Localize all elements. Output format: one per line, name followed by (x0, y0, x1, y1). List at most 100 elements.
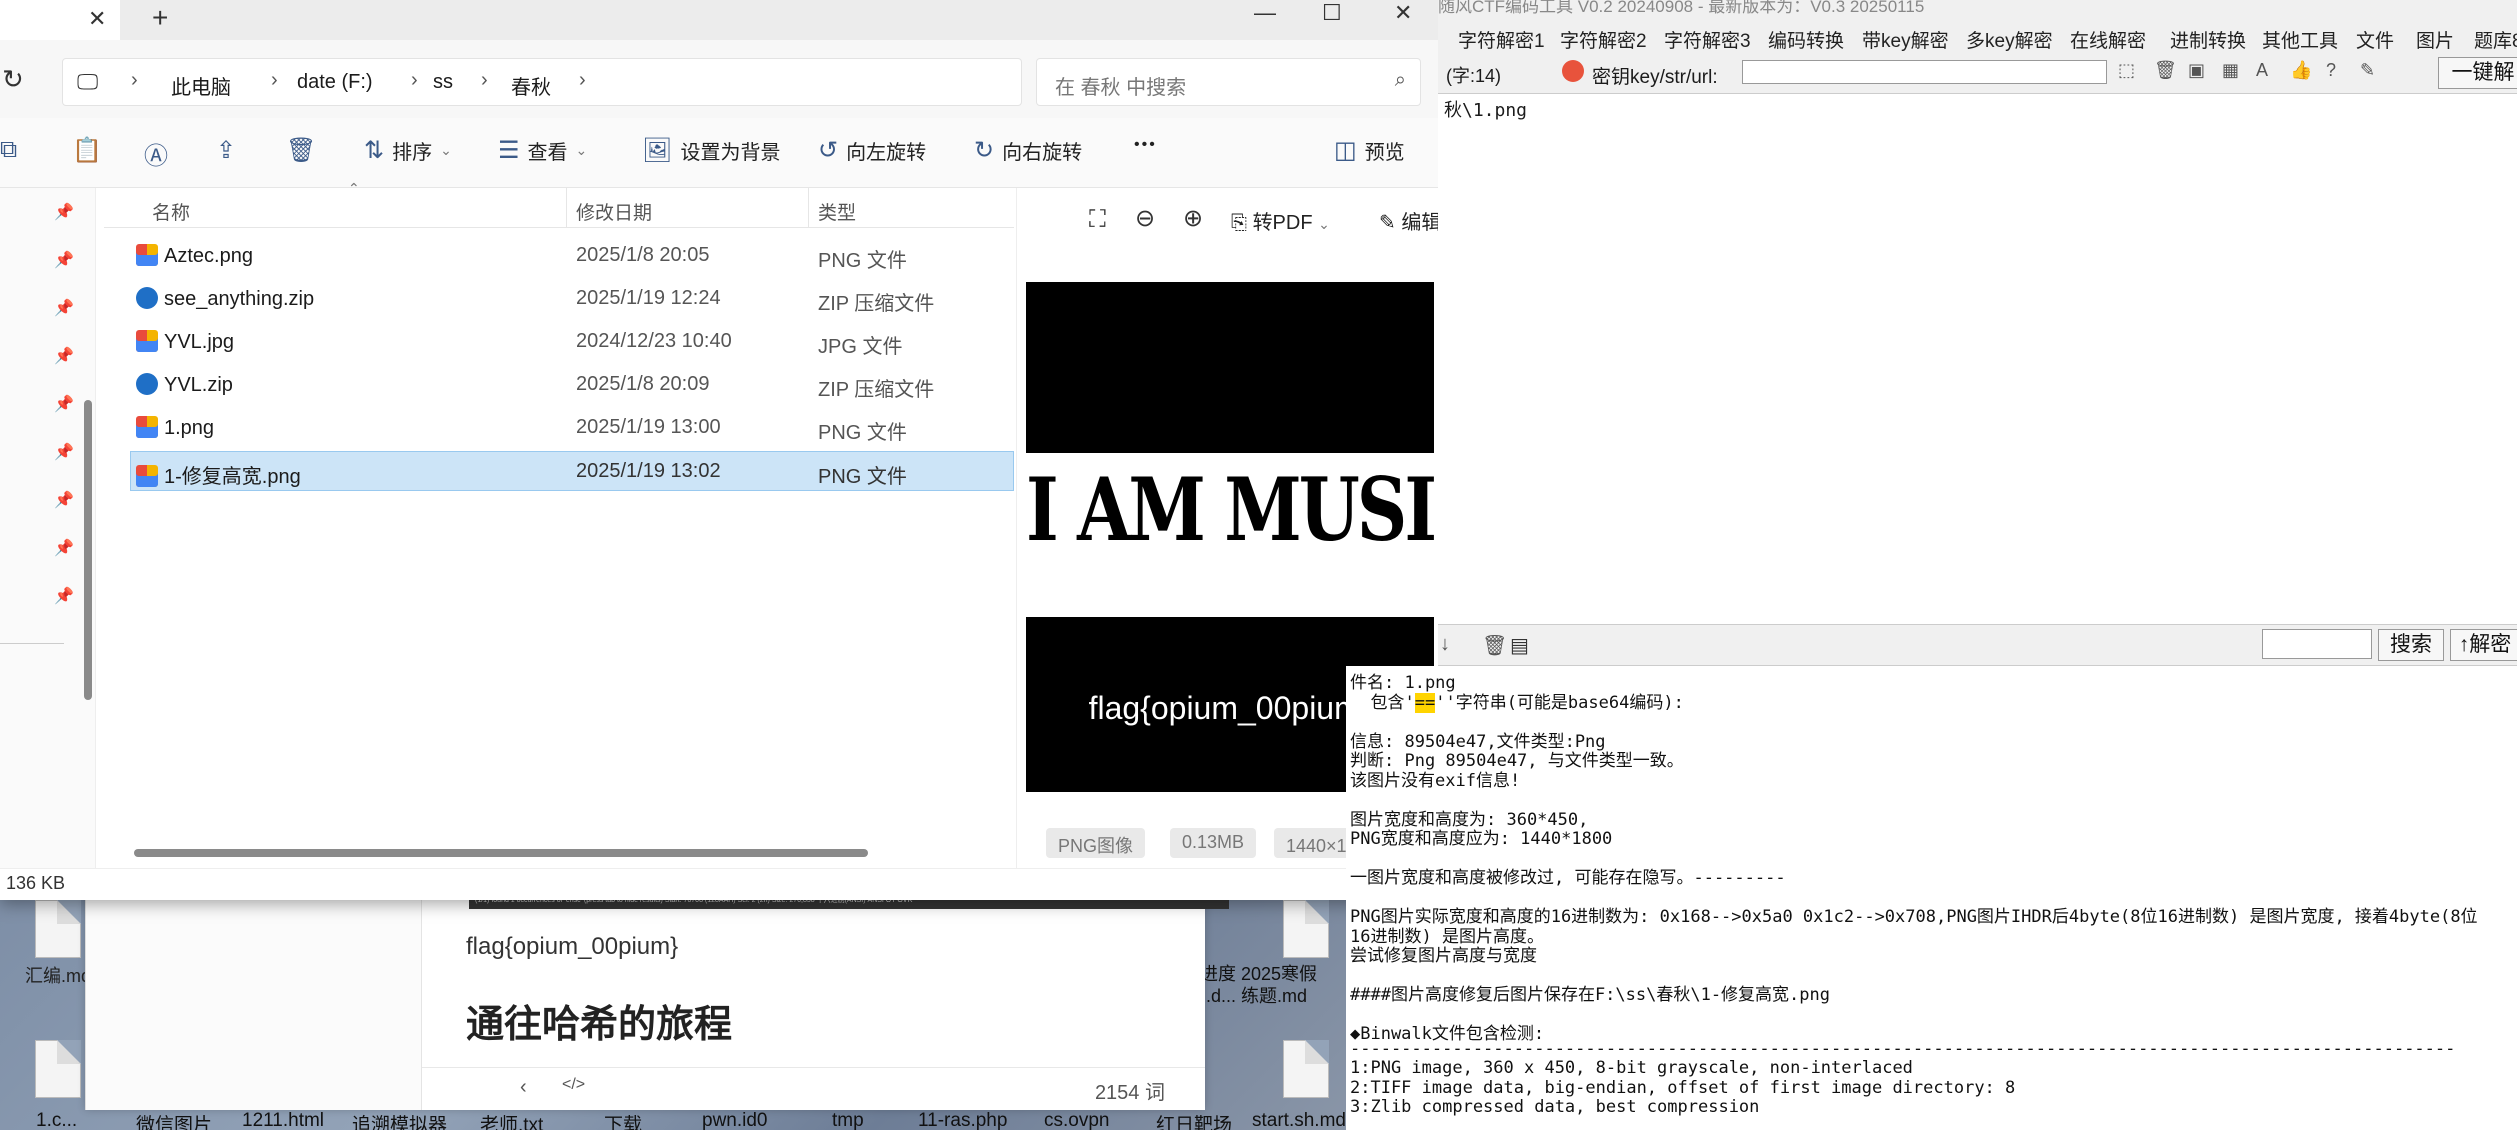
file-row[interactable]: YVL.jpg 2024/12/23 10:40 JPG 文件 (130, 322, 1014, 362)
thumbs-up-icon[interactable]: 👍 (2290, 60, 2312, 81)
desktop-file-label[interactable]: 1.c... (36, 1110, 77, 1130)
menu-item[interactable]: 题库8 (2474, 26, 2517, 53)
chevron-right-icon[interactable]: › (411, 69, 418, 92)
delete-icon[interactable]: 🗑 (286, 136, 316, 165)
search-button[interactable]: 搜索 (2378, 629, 2444, 661)
close-window-icon[interactable]: ✕ (1394, 0, 1412, 26)
nav-scrollbar[interactable] (84, 400, 92, 700)
close-tab-icon[interactable]: ✕ (88, 6, 106, 32)
one-click-decode-button[interactable]: 一键解 (2438, 57, 2517, 89)
fit-screen-icon[interactable]: ⛶ (1089, 206, 1106, 234)
menu-item[interactable]: 图片 (2416, 26, 2454, 53)
desktop-file-label[interactable]: pwn.id0 (702, 1110, 768, 1130)
chevron-right-icon[interactable]: › (271, 69, 278, 92)
more-options-icon[interactable]: ••• (1134, 136, 1157, 154)
menu-item[interactable]: 带key解密 (1862, 26, 1949, 53)
desktop-file-label[interactable]: 老师.txt (480, 1110, 543, 1130)
pin-icon[interactable]: 📌 (54, 298, 74, 318)
chevron-left-icon[interactable]: ‹ (520, 1076, 527, 1099)
desktop-file-icon[interactable] (22, 1040, 94, 1102)
trash-icon[interactable]: 🗑 (2154, 60, 2177, 81)
pin-icon[interactable]: 📌 (54, 490, 74, 510)
desktop-file-label[interactable]: tmp (832, 1110, 864, 1130)
terminal-icon[interactable]: ▣ (2188, 60, 2205, 81)
desktop-file-label[interactable]: start.sh.md (1252, 1110, 1346, 1130)
refresh-icon[interactable]: ↻ (2, 64, 24, 95)
search-input[interactable]: 在 春秋 中搜索 (1055, 71, 1186, 100)
minimize-icon[interactable]: — (1254, 0, 1276, 26)
search-box[interactable]: 在 春秋 中搜索 ⌕ (1036, 58, 1421, 106)
find-input[interactable] (2262, 629, 2372, 659)
breadcrumb-item[interactable]: date (F:) (297, 71, 373, 94)
to-pdf-button[interactable]: ⎘ 转PDF ⌄ (1231, 206, 1330, 235)
rename-icon[interactable]: Ⓐ (144, 136, 168, 171)
pin-icon[interactable]: 📌 (54, 250, 74, 270)
horizontal-scrollbar[interactable] (134, 849, 868, 857)
preview-pane-button[interactable]: ◫ 预览 (1334, 136, 1405, 165)
desktop-file-label[interactable]: 11-ras.php (918, 1110, 1007, 1130)
view-button[interactable]: ☰ 查看 ⌄ (498, 136, 587, 165)
rotate-left-button[interactable]: ↺ 向左旋转 (818, 136, 926, 165)
pin-icon[interactable]: 📌 (54, 202, 74, 222)
menu-item[interactable]: 进制转换 (2170, 26, 2246, 53)
menu-item[interactable]: 字符解密1 (1458, 26, 1545, 53)
menu-item[interactable]: 字符解密2 (1560, 26, 1647, 53)
desktop-file-icon[interactable] (1270, 1040, 1342, 1102)
desktop-file-label[interactable]: 追溯模拟器 (352, 1110, 447, 1130)
file-row[interactable]: 1.png 2025/1/19 13:00 PNG 文件 (130, 408, 1014, 448)
menu-item[interactable]: 在线解密 (2070, 26, 2146, 53)
set-background-button[interactable]: 🖼 设置为背景 (642, 136, 780, 165)
menu-item[interactable]: 多key解密 (1966, 26, 2053, 53)
desktop-file-icon[interactable]: 汇编.md (22, 900, 94, 988)
breadcrumb-item[interactable]: 春秋 (511, 71, 551, 100)
key-input[interactable] (1742, 60, 2107, 84)
trash-icon[interactable]: 🗑 (1482, 633, 1507, 658)
column-header-date[interactable]: 修改日期 (576, 198, 652, 225)
column-divider[interactable] (566, 188, 567, 228)
edit-icon[interactable]: ✎ (2360, 60, 2375, 81)
breadcrumb-item[interactable]: 此电脑 (171, 71, 231, 100)
file-row-selected[interactable]: 1-修复高宽.png 2025/1/19 13:02 PNG 文件 (130, 451, 1014, 491)
menu-item[interactable]: 其他工具 (2262, 26, 2338, 53)
maximize-icon[interactable]: ☐ (1322, 0, 1342, 26)
desktop-file-label[interactable]: 红日靶场 (1156, 1110, 1232, 1130)
code-view-icon[interactable]: </> (562, 1076, 585, 1094)
address-bar[interactable]: 🖵 › 此电脑 › date (F:) › ss › 春秋 › (62, 58, 1022, 106)
edit-button[interactable]: ✎ 编辑 (1379, 206, 1441, 235)
desktop-file-icon[interactable] (1270, 900, 1342, 962)
editor-heading[interactable]: 通往哈希的旅程 (466, 993, 732, 1048)
file-row[interactable]: Aztec.png 2025/1/8 20:05 PNG 文件 (130, 236, 1014, 276)
copy-icon[interactable]: ⧉ (0, 136, 17, 164)
rotate-right-button[interactable]: ↻ 向右旋转 (974, 136, 1082, 165)
menu-item[interactable]: 字符解密3 (1664, 26, 1751, 53)
file-row[interactable]: YVL.zip 2025/1/8 20:09 ZIP 压缩文件 (130, 365, 1014, 405)
tool-input-area[interactable]: 秋\1.png (1438, 94, 2517, 624)
search-icon[interactable]: ⌕ (1395, 69, 1406, 92)
column-divider[interactable] (808, 188, 809, 228)
chevron-right-icon[interactable]: › (131, 69, 138, 92)
column-header-type[interactable]: 类型 (818, 198, 856, 225)
cursor-select-icon[interactable]: ⬚ (2118, 60, 2135, 81)
paste-icon[interactable]: 📋 (72, 136, 102, 165)
zoom-out-icon[interactable]: ⊖ (1135, 204, 1155, 233)
pin-icon[interactable]: 📌 (54, 394, 74, 414)
desktop-file-label[interactable]: 下载 (604, 1110, 642, 1130)
decrypt-button[interactable]: ↑解密 (2450, 629, 2517, 661)
share-icon[interactable]: ⇪ (216, 136, 236, 165)
chevron-right-icon[interactable]: › (481, 69, 488, 92)
pin-icon[interactable]: 📌 (54, 538, 74, 558)
calculator-icon[interactable]: ▦ (2222, 60, 2239, 81)
breadcrumb-item[interactable]: ss (433, 71, 453, 94)
help-icon[interactable]: ? (2326, 60, 2336, 81)
desktop-file-label[interactable]: 1211.html (242, 1110, 324, 1130)
zoom-in-icon[interactable]: ⊕ (1183, 204, 1203, 233)
pin-icon[interactable]: 📌 (54, 442, 74, 462)
font-icon[interactable]: A (2256, 60, 2268, 81)
editor-flag-line[interactable]: flag{opium_00pium} (466, 933, 678, 961)
desktop-file-label[interactable]: cs.ovpn (1044, 1110, 1109, 1130)
desktop-file-label[interactable]: 微信图片 (136, 1110, 212, 1130)
menu-item[interactable]: 文件 (2356, 26, 2394, 53)
column-header-name[interactable]: 名称 (152, 198, 190, 225)
arrow-down-icon[interactable]: ↓ (1440, 633, 1450, 656)
sort-button[interactable]: ⇅ 排序 ⌄ (364, 136, 452, 165)
